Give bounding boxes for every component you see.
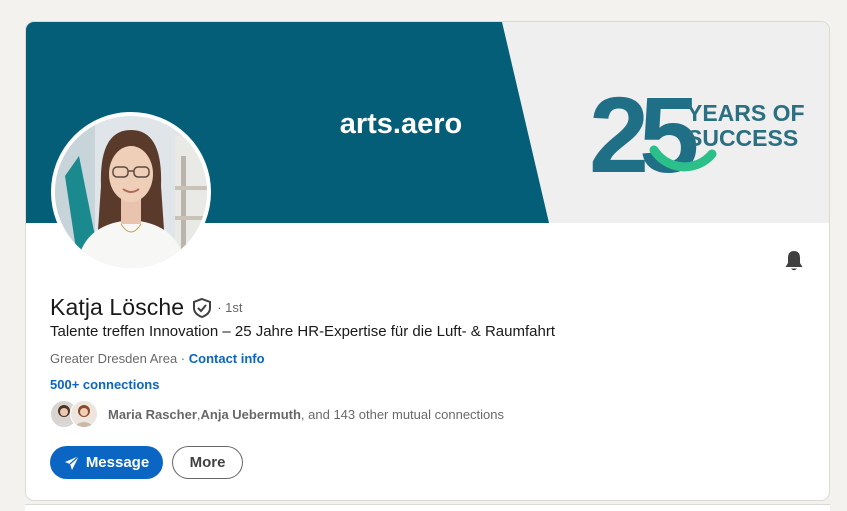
profile-location: Greater Dresden Area — [50, 351, 178, 366]
mutual-avatar-2 — [70, 400, 98, 428]
connection-degree: · 1st — [217, 300, 243, 315]
mutual-person-2: Anja Uebermuth — [200, 406, 301, 422]
banner-anniversary-line2: SUCCESS — [687, 125, 798, 151]
connections-link[interactable]: 500+ connections — [50, 377, 159, 392]
banner-anniversary-line1: YEARS OF — [687, 100, 805, 126]
message-button[interactable]: Message — [50, 446, 163, 479]
mutual-connections[interactable]: Maria Rascher, Anja Uebermuth, and 143 o… — [50, 400, 504, 428]
mutual-avatars — [50, 400, 100, 428]
paper-plane-icon — [64, 455, 80, 470]
mutual-rest: , and 143 other mutual connections — [300, 406, 505, 422]
location-separator: · — [177, 351, 189, 366]
location-row: Greater Dresden Area · Contact info — [50, 351, 265, 366]
banner-anniversary-number: 25 — [589, 74, 697, 195]
banner-brand: arts.aero — [340, 108, 463, 140]
contact-info-link[interactable]: Contact info — [189, 351, 265, 366]
mutual-person-1: Maria Rascher — [108, 406, 197, 422]
profile-name: Katja Lösche — [50, 294, 185, 320]
verified-shield-icon[interactable] — [192, 297, 212, 319]
profile-headline: Talente treffen Innovation – 25 Jahre HR… — [50, 323, 555, 340]
notification-bell-icon[interactable] — [781, 248, 807, 274]
profile-avatar[interactable] — [51, 112, 211, 272]
more-button-label: More — [189, 454, 226, 471]
profile-card: arts.aero 25 YEARS OF SUCCESS Katja Lösc… — [25, 21, 830, 501]
more-button[interactable]: More — [172, 446, 243, 479]
message-button-label: Message — [85, 454, 150, 471]
profile-name-row: Katja Lösche · 1st — [50, 294, 242, 321]
